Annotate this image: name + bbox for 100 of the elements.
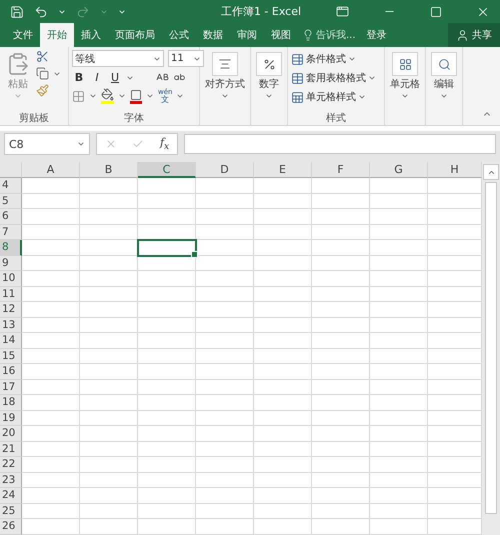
cells-icon[interactable] — [398, 58, 412, 70]
cancel-icon[interactable] — [104, 138, 117, 150]
grid-cell[interactable] — [312, 240, 370, 256]
ribbon-tab[interactable]: 文件 — [6, 23, 40, 47]
cut-icon[interactable] — [36, 50, 49, 63]
row-header[interactable]: 13 — [0, 318, 22, 333]
grid-cell[interactable] — [312, 302, 370, 318]
grid-cell[interactable] — [22, 472, 80, 488]
grid-cell[interactable] — [428, 194, 482, 209]
search-icon[interactable] — [438, 58, 450, 70]
grid-cell[interactable] — [312, 457, 370, 472]
grid-cell[interactable] — [196, 302, 254, 318]
grid-cell[interactable] — [428, 410, 482, 426]
person-icon[interactable] — [456, 28, 469, 42]
grid-cell[interactable] — [370, 457, 428, 472]
name-box[interactable]: C8 — [4, 133, 90, 155]
grid-cell[interactable] — [22, 395, 80, 410]
grid-cell[interactable] — [428, 519, 482, 534]
grid-cell[interactable] — [254, 194, 312, 209]
grid-cell[interactable] — [80, 256, 138, 271]
grid-cell[interactable] — [22, 318, 80, 333]
grid-cell[interactable] — [80, 364, 138, 380]
grid-cell[interactable] — [196, 318, 254, 333]
row-header[interactable]: 7 — [0, 224, 22, 240]
percent-icon[interactable] — [262, 58, 276, 70]
grid-cell[interactable] — [80, 194, 138, 209]
grid-cell[interactable] — [428, 380, 482, 395]
editing-button[interactable]: 编辑 — [434, 77, 454, 91]
row-header[interactable]: 6 — [0, 209, 22, 224]
grid-cell[interactable] — [80, 457, 138, 472]
grid-cell[interactable] — [196, 178, 254, 194]
grid-cell[interactable] — [370, 442, 428, 457]
grid-cell[interactable] — [80, 286, 138, 302]
grid-cell[interactable] — [22, 271, 80, 286]
grid-cell[interactable] — [370, 256, 428, 271]
grid-cell[interactable] — [138, 504, 196, 519]
grid-cell[interactable] — [370, 380, 428, 395]
grid-cell[interactable] — [196, 271, 254, 286]
caret-icon[interactable] — [153, 54, 161, 62]
grid-cell[interactable] — [22, 333, 80, 348]
row-header[interactable]: 25 — [0, 504, 22, 519]
table-style-icon[interactable] — [291, 72, 304, 84]
grid-cell[interactable] — [22, 457, 80, 472]
grid-cell[interactable] — [254, 271, 312, 286]
grid-cell[interactable] — [138, 333, 196, 348]
row-header[interactable]: 23 — [0, 472, 22, 488]
grid-cell[interactable] — [254, 286, 312, 302]
row-header[interactable]: 18 — [0, 395, 22, 410]
grid-cell[interactable] — [196, 256, 254, 271]
grid-cell[interactable] — [22, 178, 80, 194]
grid-cell[interactable] — [254, 348, 312, 364]
grid-cell[interactable] — [312, 194, 370, 209]
grid-cell[interactable] — [138, 318, 196, 333]
grid-cell[interactable] — [138, 380, 196, 395]
grid-cell[interactable] — [254, 240, 312, 256]
ribbon-tab[interactable]: 页面布局 — [108, 23, 162, 47]
grid-cell[interactable] — [428, 348, 482, 364]
caret-icon[interactable] — [77, 140, 85, 148]
grid-cell[interactable] — [22, 519, 80, 534]
grid-cell[interactable] — [138, 488, 196, 504]
grid-cell[interactable] — [80, 472, 138, 488]
grid-cell[interactable] — [254, 224, 312, 240]
grid-cell[interactable] — [254, 380, 312, 395]
grid-cell[interactable] — [428, 178, 482, 194]
grid-cell[interactable] — [428, 302, 482, 318]
copy-icon[interactable] — [36, 67, 49, 80]
grid-cell[interactable] — [312, 178, 370, 194]
grid-cell[interactable] — [138, 271, 196, 286]
sign-in-link[interactable]: 登录 — [360, 23, 394, 47]
grid-cell[interactable] — [428, 472, 482, 488]
grid-cell[interactable] — [370, 426, 428, 442]
border-icon[interactable] — [72, 90, 85, 102]
alignment-button[interactable]: 对齐方式 — [205, 77, 245, 91]
column-header[interactable]: C — [138, 162, 196, 178]
grid-cell[interactable] — [22, 224, 80, 240]
grid-cell[interactable] — [312, 442, 370, 457]
column-header[interactable]: F — [312, 162, 370, 178]
grid-cell[interactable] — [22, 240, 80, 256]
grid-cell[interactable] — [370, 395, 428, 410]
caret-icon[interactable] — [221, 92, 229, 100]
grid-cell[interactable] — [80, 271, 138, 286]
row-header[interactable]: 11 — [0, 286, 22, 302]
grid-cell[interactable] — [254, 209, 312, 224]
grid-cell[interactable] — [22, 209, 80, 224]
grid-cell[interactable] — [312, 410, 370, 426]
caret-icon[interactable] — [348, 55, 356, 63]
grid-cell[interactable] — [196, 286, 254, 302]
grid-cell[interactable] — [428, 256, 482, 271]
grid-cell[interactable] — [196, 194, 254, 209]
grid-cell[interactable] — [370, 209, 428, 224]
grid-cell[interactable] — [428, 395, 482, 410]
grid-cell[interactable] — [428, 442, 482, 457]
grid-cell[interactable] — [80, 519, 138, 534]
grid-cell[interactable] — [80, 426, 138, 442]
grid-cell[interactable] — [312, 364, 370, 380]
active-cell[interactable] — [138, 240, 196, 256]
grid-cell[interactable] — [80, 395, 138, 410]
tell-me-field[interactable]: 告诉我... — [298, 23, 360, 47]
caret-icon[interactable] — [358, 93, 366, 101]
underline-button[interactable]: U — [108, 71, 122, 84]
